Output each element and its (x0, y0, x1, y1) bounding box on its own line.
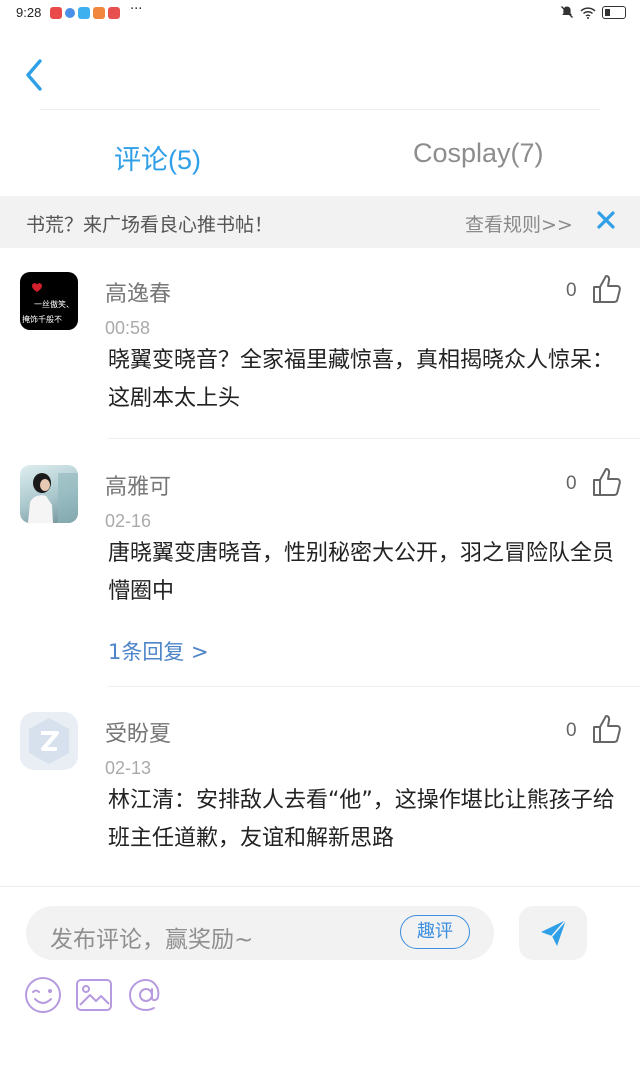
comment-item: 受盼夏 02-13 0 林江清：安排敌人去看“他”，这操作堪比让熊孩子给班主任道… (0, 688, 640, 878)
tab-bar: 评论(5) Cosplay(7) (0, 110, 640, 196)
comment-text: 林江清：安排敌人去看“他”，这操作堪比让熊孩子给班主任道歉，友谊和解新思路 (108, 788, 615, 851)
avatar[interactable] (20, 712, 78, 770)
status-more-icon: ··· (130, 2, 143, 17)
like-count: 0 (566, 473, 577, 494)
comment-text: 晓翼变晓音？全家福里藏惊喜，真相揭晓众人惊呆：这剧本太上头 (108, 348, 615, 411)
tab-cosplay[interactable]: Cosplay(7) (413, 138, 544, 169)
thumbs-up-icon (593, 468, 621, 496)
like-button[interactable] (590, 272, 624, 306)
emoji-button[interactable] (23, 975, 63, 1015)
thumbs-up-icon (593, 715, 621, 743)
comment-item: 高雅可 02-16 0 唐晓翼变唐晓音，性别秘密大公开，羽之冒险队全员懵圈中 1… (0, 441, 640, 687)
avatar-caption: 一丝傲笑、 (34, 300, 74, 309)
avatar[interactable]: 一丝傲笑、 掩饰千般不 (20, 272, 78, 330)
notice-text: 书荒？来广场看良心推书帖！ (26, 214, 274, 236)
send-icon (541, 919, 567, 946)
app-notification-icon (65, 8, 75, 18)
like-button[interactable] (590, 465, 624, 499)
comment-item: 一丝傲笑、 掩饰千般不 高逸春 00:58 0 晓翼变晓音？全家福里藏惊喜，真相… (0, 248, 640, 440)
avatar-caption: 掩饰千般不 (22, 315, 62, 324)
wifi-icon (580, 6, 596, 19)
view-replies-link[interactable]: 1条回复 > (108, 636, 209, 666)
comment-divider (108, 686, 640, 687)
comment-time: 02-13 (105, 758, 152, 778)
comment-author[interactable]: 高逸春 (105, 276, 171, 308)
battery-icon (602, 5, 626, 19)
tab-comments[interactable]: 评论(5) (114, 138, 201, 177)
app-notification-icon (78, 7, 90, 19)
comment-input-placeholder: 发布评论，赢奖励~ (50, 927, 254, 953)
like-button[interactable] (590, 712, 624, 746)
like-count: 0 (566, 720, 577, 741)
comment-composer: 发布评论，赢奖励~ 趣评 (0, 886, 640, 1068)
image-button[interactable] (74, 975, 114, 1015)
app-notification-icon (50, 7, 62, 19)
like-count: 0 (566, 280, 577, 301)
comment-input[interactable]: 发布评论，赢奖励~ 趣评 (26, 906, 494, 960)
app-notification-icon (93, 7, 105, 19)
comment-text: 唐晓翼变唐晓音，性别秘密大公开，羽之冒险队全员懵圈中 (108, 541, 615, 604)
status-time: 9:28 (16, 5, 42, 20)
close-icon (597, 211, 615, 229)
close-notice-button[interactable] (594, 208, 618, 232)
image-icon (76, 979, 112, 1011)
notice-banner: 书荒？来广场看良心推书帖！ 查看规则>> (0, 196, 640, 248)
mention-button[interactable] (126, 975, 166, 1015)
smile-icon (25, 977, 61, 1013)
send-button[interactable] (519, 906, 587, 960)
view-rules-link[interactable]: 查看规则>> (465, 210, 573, 237)
status-right (560, 5, 626, 19)
comment-divider (108, 438, 640, 439)
person-photo (28, 473, 78, 523)
comment-time: 00:58 (105, 318, 151, 338)
status-bar: 9:28 ··· (0, 0, 640, 28)
comment-time: 02-16 (105, 511, 152, 531)
default-avatar-icon (29, 718, 69, 764)
avatar[interactable] (20, 465, 78, 523)
quip-button[interactable]: 趣评 (400, 915, 470, 949)
back-button[interactable] (16, 52, 56, 98)
thumbs-up-icon (593, 275, 621, 303)
at-icon (128, 978, 160, 1012)
notification-icons (50, 7, 120, 19)
comment-author[interactable]: 受盼夏 (105, 716, 171, 748)
chevron-left-icon (26, 59, 42, 91)
comment-author[interactable]: 高雅可 (105, 469, 171, 501)
mute-bell-icon (561, 6, 573, 18)
app-notification-icon (108, 7, 120, 19)
